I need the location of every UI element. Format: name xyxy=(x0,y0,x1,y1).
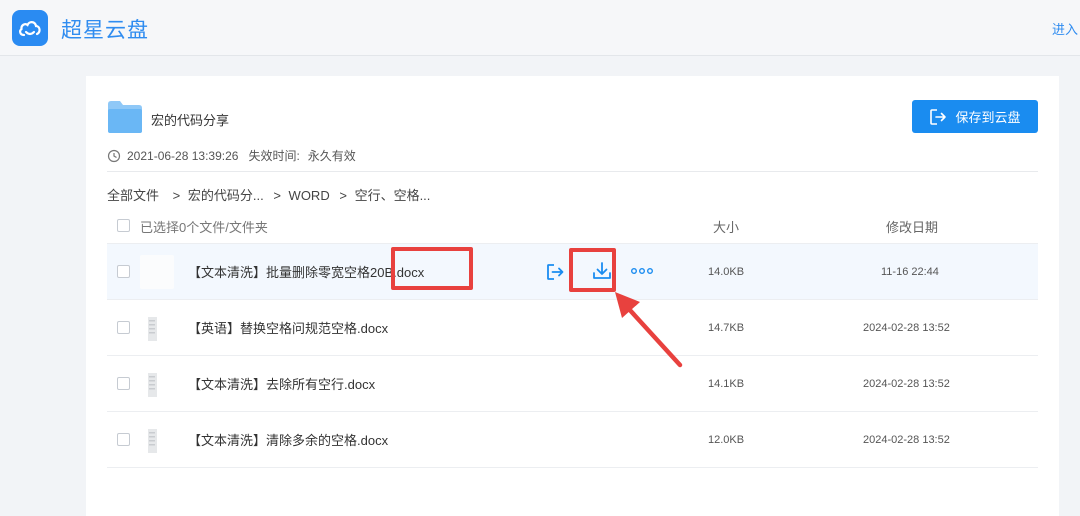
row-checkbox[interactable] xyxy=(117,265,130,278)
breadcrumb-sep: > xyxy=(172,188,181,203)
share-meta: 2021-06-28 13:39:26 失效时间: 永久有效 xyxy=(107,147,356,164)
expire-label: 失效时间: xyxy=(248,149,300,163)
document-thumbnail-icon xyxy=(148,317,157,341)
file-size: 12.0KB xyxy=(708,434,745,446)
selected-count: 已选择0个文件/文件夹 xyxy=(140,220,268,235)
file-thumbnail xyxy=(140,255,174,289)
folder-icon xyxy=(108,101,142,133)
clock-icon xyxy=(107,149,121,162)
file-name[interactable]: 【英语】替换空格问规范空格.docx xyxy=(188,318,388,337)
app-title: 超星云盘 xyxy=(61,19,149,42)
table-row[interactable]: 【英语】替换空格问规范空格.docx 14.7KB 2024-02-28 13:… xyxy=(107,300,1038,356)
file-name[interactable]: 【文本清洗】批量删除零宽空格20B.docx xyxy=(188,262,424,281)
cloud-icon xyxy=(19,21,41,37)
save-button-label: 保存到云盘 xyxy=(955,110,1021,125)
file-size: 14.7KB xyxy=(708,322,745,334)
expire-value: 永久有效 xyxy=(307,149,356,163)
top-bar: 超星云盘 进入 xyxy=(0,0,1080,56)
divider xyxy=(107,171,1038,172)
save-to-cloud-icon[interactable] xyxy=(545,262,565,282)
file-name[interactable]: 【文本清洗】去除所有空行.docx xyxy=(188,374,375,393)
document-thumbnail-icon xyxy=(148,373,157,397)
breadcrumb-current[interactable]: 空行、空格... xyxy=(355,188,431,203)
column-date[interactable]: 修改日期 xyxy=(886,217,938,236)
folder-name: 宏的代码分享 xyxy=(151,113,230,128)
file-date: 11-16 22:44 xyxy=(881,266,939,278)
share-card: 宏的代码分享 2021-06-28 13:39:26 失效时间: 永久有效 保存… xyxy=(86,76,1059,516)
file-name-text: 【文本清洗】批量删除零宽空格20 xyxy=(188,265,385,280)
enter-link[interactable]: 进入 xyxy=(1052,19,1078,38)
select-all-checkbox[interactable] xyxy=(117,219,130,232)
export-icon xyxy=(930,108,947,125)
file-date: 2024-02-28 13:52 xyxy=(863,322,950,334)
more-dots-icon[interactable] xyxy=(630,267,654,275)
file-date: 2024-02-28 13:52 xyxy=(863,434,950,446)
file-size: 14.1KB xyxy=(708,378,745,390)
file-name[interactable]: 【文本清洗】清除多余的空格.docx xyxy=(188,430,388,449)
row-checkbox[interactable] xyxy=(117,321,130,334)
pointer-arrow xyxy=(615,292,683,368)
table-row[interactable]: 【文本清洗】清除多余的空格.docx 12.0KB 2024-02-28 13:… xyxy=(107,412,1038,468)
breadcrumb-sep: > xyxy=(339,188,347,203)
table-header: 已选择0个文件/文件夹 大小 修改日期 xyxy=(107,212,1038,244)
breadcrumb: 全部文件 > 宏的代码分... > WORD > 空行、空格... xyxy=(107,185,430,204)
logo[interactable] xyxy=(12,10,48,46)
breadcrumb-word[interactable]: WORD xyxy=(289,188,330,203)
table-row[interactable]: 【文本清洗】去除所有空行.docx 14.1KB 2024-02-28 13:5… xyxy=(107,356,1038,412)
file-date: 2024-02-28 13:52 xyxy=(863,378,950,390)
document-thumbnail-icon xyxy=(148,429,157,453)
breadcrumb-root[interactable]: 全部文件 xyxy=(107,188,159,203)
file-size: 14.0KB xyxy=(708,266,745,278)
row-checkbox[interactable] xyxy=(117,433,130,446)
filename-highlight-box xyxy=(391,247,473,290)
row-checkbox[interactable] xyxy=(117,377,130,390)
created-time: 2021-06-28 13:39:26 xyxy=(127,148,239,163)
save-to-cloud-button[interactable]: 保存到云盘 xyxy=(912,100,1038,133)
column-size[interactable]: 大小 xyxy=(713,217,739,236)
breadcrumb-sep: > xyxy=(273,188,281,203)
breadcrumb-folder[interactable]: 宏的代码分... xyxy=(188,188,264,203)
